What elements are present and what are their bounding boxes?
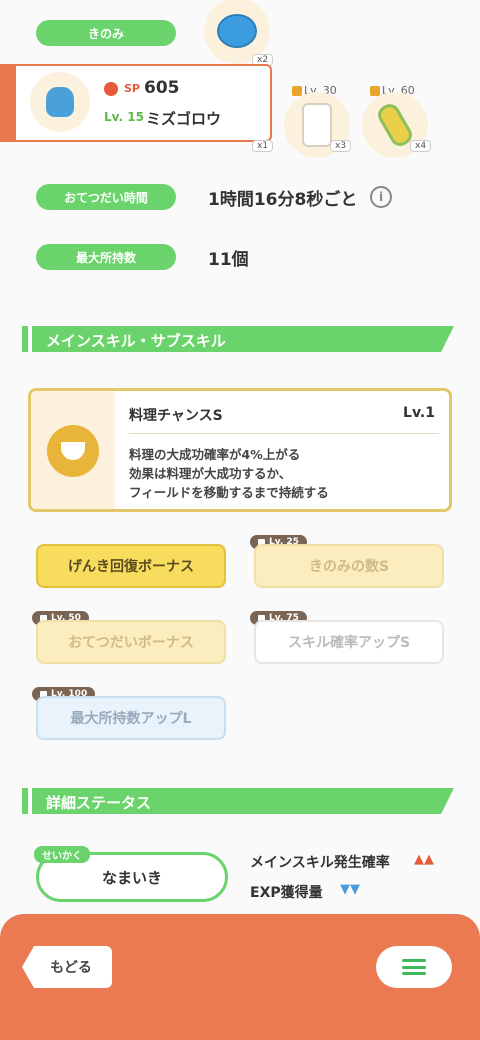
- nature-down-label: EXP獲得量: [250, 885, 323, 901]
- nature-up-label: メインスキル発生確率: [250, 855, 390, 871]
- ingredient-3-count: x4: [410, 140, 432, 152]
- berry-label: きのみ: [36, 20, 176, 46]
- capacity-value: 11個: [208, 250, 249, 270]
- pokemon-level: Lv. 15: [104, 110, 144, 124]
- subskill-5-button[interactable]: 最大所持数アップL: [36, 696, 226, 740]
- main-skill-desc: 料理の大成功確率が4%上がる 効果は料理が大成功するか、 フィールドを移動するまで持…: [129, 447, 329, 500]
- nature-tag: せいかく: [34, 846, 90, 863]
- main-skill-name: 料理チャンスS: [129, 408, 223, 424]
- back-label: もどる: [50, 960, 92, 976]
- help-time-value: 1時間16分8秒ごと: [208, 190, 358, 210]
- hamburger-icon: [402, 959, 426, 975]
- pokemon-name: ミズゴロウ: [146, 110, 222, 128]
- menu-button[interactable]: [376, 946, 452, 988]
- lock-icon: [370, 85, 380, 96]
- subskill-4-button[interactable]: スキル確率アップS: [254, 620, 444, 664]
- pokeball-icon: [104, 82, 118, 96]
- pokemon-avatar: [30, 72, 90, 132]
- help-time-label: おてつだい時間: [36, 184, 176, 210]
- nature-up-arrows: ▲▲: [414, 852, 434, 867]
- detail-section-header: 詳細ステータス: [22, 788, 454, 814]
- lock-icon: [292, 85, 302, 96]
- ingredient-1-count: x1: [252, 140, 274, 152]
- sp-label: SP: [124, 82, 140, 95]
- info-icon[interactable]: i: [370, 186, 392, 208]
- sp-value: 605: [144, 78, 180, 98]
- main-skill-level: Lv.1: [403, 405, 435, 421]
- subskill-3-button[interactable]: おてつだいボーナス: [36, 620, 226, 664]
- nature-name: なまいき: [101, 868, 162, 887]
- skills-section-header: メインスキル・サブスキル: [22, 326, 454, 352]
- ingredient-2-count: x3: [330, 140, 352, 152]
- capacity-label: 最大所持数: [36, 244, 176, 270]
- subskill-1-button[interactable]: げんき回復ボーナス: [36, 544, 226, 588]
- subskill-2-button[interactable]: きのみの数S: [254, 544, 444, 588]
- back-button[interactable]: もどる: [22, 946, 112, 988]
- nature-down-arrows: ▼▼: [340, 882, 360, 897]
- pokemon-card[interactable]: SP 605 Lv. 15 ミズゴロウ: [0, 64, 272, 142]
- cooking-skill-icon: [47, 425, 99, 477]
- main-skill-card[interactable]: 料理チャンスS Lv.1 料理の大成功確率が4%上がる 効果は料理が大成功するか、…: [28, 388, 452, 512]
